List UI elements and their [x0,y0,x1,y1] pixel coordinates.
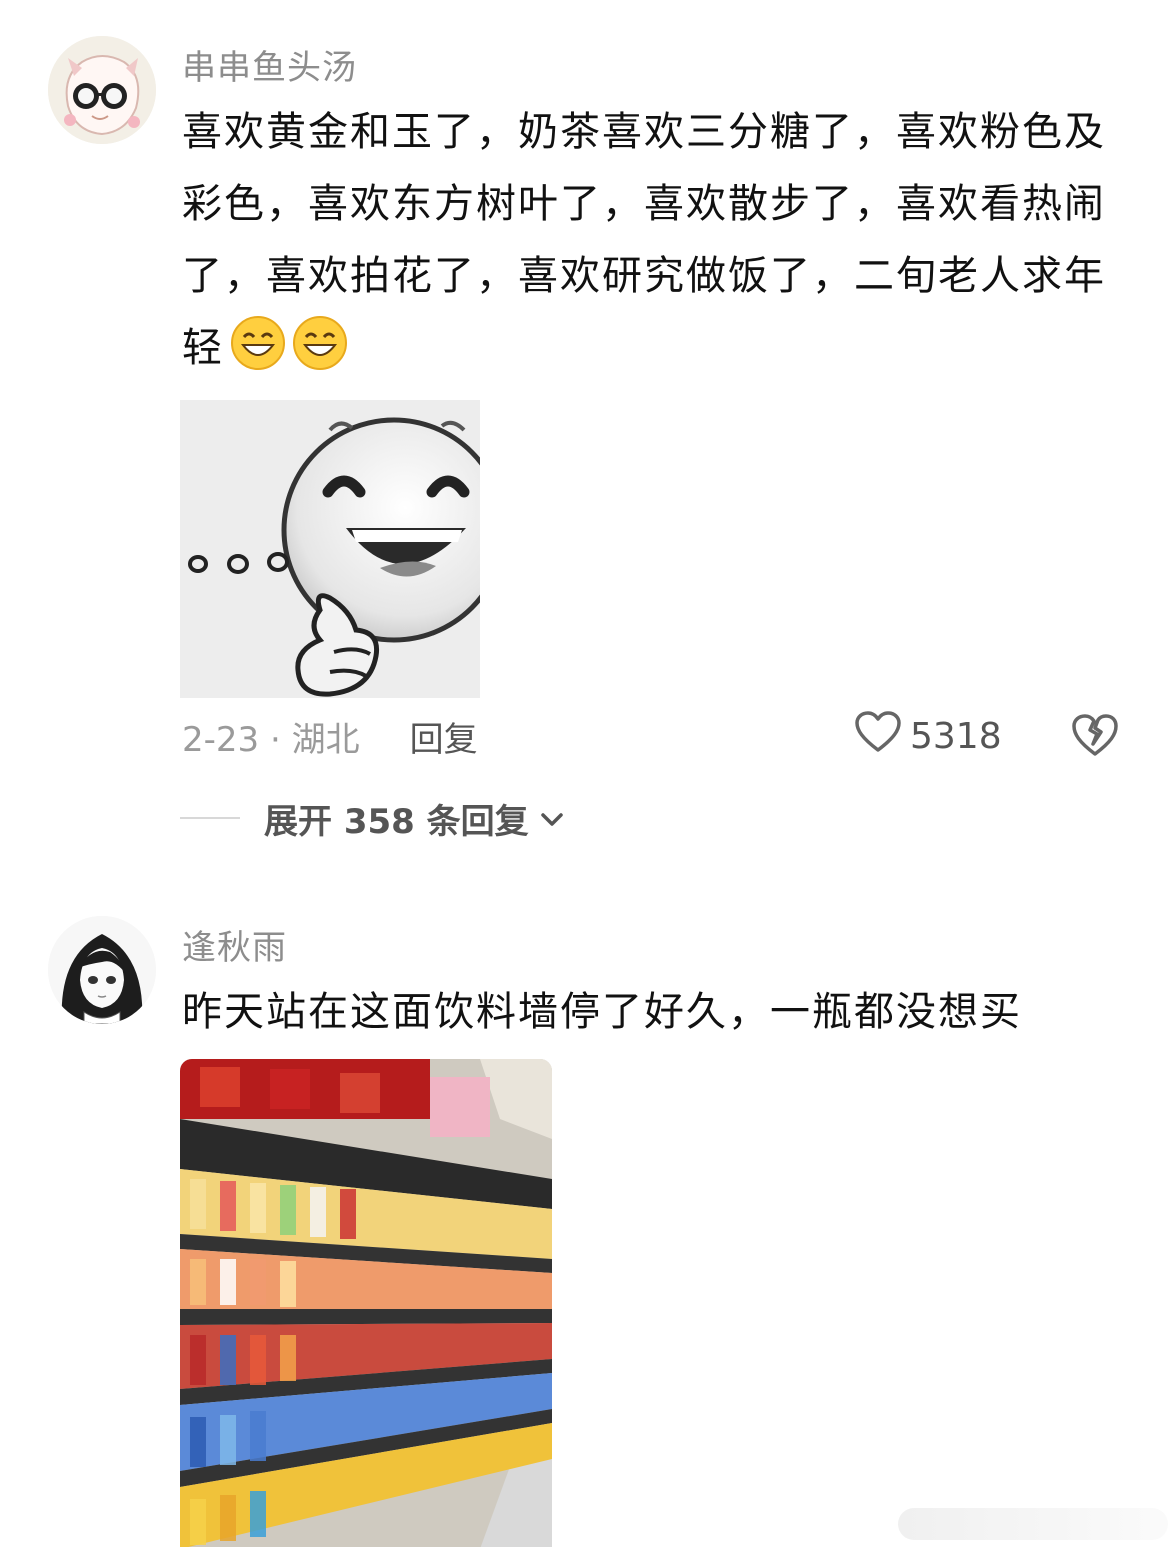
thinking-smile-sticker[interactable] [180,400,480,698]
drink-shelf-photo[interactable] [180,1059,552,1547]
comment-text: 昨天站在这面饮料墙停了好久，一瓶都没想买 [182,976,1112,1048]
username[interactable]: 逢秋雨 [182,920,287,969]
like-count: 5318 [910,715,1002,757]
comment-text: 喜欢黄金和玉了，奶茶喜欢三分糖了，喜欢粉色及彩色，喜欢东方树叶了，喜欢散步了，喜… [182,96,1112,384]
broken-heart-icon [1070,714,1120,762]
comment-body: 昨天站在这面饮料墙停了好久，一瓶都没想买 [182,989,1022,1035]
avatar[interactable] [48,916,156,1024]
date-location: 2-23 · 湖北 [182,719,360,760]
like-button[interactable]: 5318 [854,710,1002,758]
divider [180,817,240,819]
expand-replies-button[interactable]: 展开 358 条回复 [180,796,565,842]
grin-emoji-icon [230,315,286,371]
avatar[interactable] [48,36,156,144]
heart-icon [854,710,910,763]
watermark [898,1508,1168,1540]
reply-button[interactable]: 回复 [410,712,478,761]
grin-emoji-icon [292,315,348,371]
expand-label: 展开 358 条回复 [264,801,529,842]
username[interactable]: 串串鱼头汤 [182,40,357,89]
dislike-button[interactable] [1070,712,1120,762]
chevron-down-icon [529,798,565,838]
comment-meta: 2-23 · 湖北 回复 [182,712,478,761]
